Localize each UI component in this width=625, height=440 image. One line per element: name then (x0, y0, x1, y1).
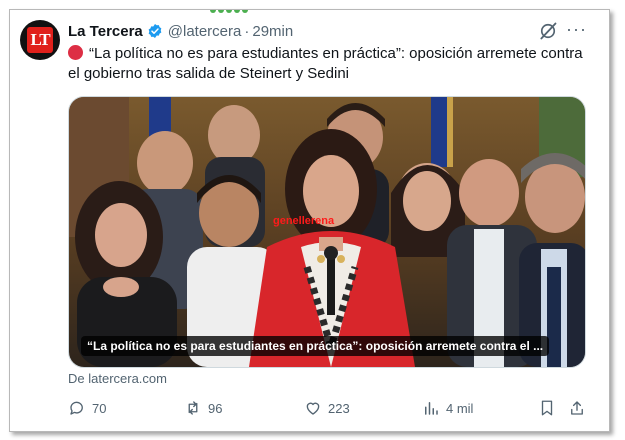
reply-button[interactable]: 70 (68, 399, 106, 417)
repost-count: 96 (208, 400, 223, 416)
news-photo (69, 97, 585, 367)
separator-dot: · (244, 22, 250, 40)
views-button[interactable]: 4 mil (422, 399, 473, 417)
tweet-body: “La política no es para estudiantes en p… (68, 45, 583, 82)
tweet-text: “La política no es para estudiantes en p… (68, 44, 588, 84)
timestamp[interactable]: 29min (252, 23, 293, 40)
image-watermark: genellerena (273, 215, 335, 227)
more-icon[interactable]: ··· (566, 19, 587, 40)
tweet-window: LT La Tercera @latercera · 29min ··· “La… (9, 9, 610, 432)
grok-icon[interactable] (538, 21, 558, 41)
link-card[interactable]: genellerena “La política no es para estu… (68, 96, 586, 368)
avatar-logo: LT (27, 27, 53, 53)
verified-badge-icon (148, 24, 162, 38)
avatar[interactable]: LT (20, 20, 60, 60)
reply-icon (70, 401, 83, 415)
bookmark-icon[interactable] (538, 399, 556, 417)
like-count: 223 (328, 400, 350, 416)
repost-button[interactable]: 96 (184, 399, 222, 417)
views-icon (425, 402, 438, 415)
link-source[interactable]: De latercera.com (68, 371, 167, 386)
repost-icon (188, 401, 198, 415)
like-icon (306, 402, 320, 415)
tweet-header: La Tercera @latercera · 29min (68, 21, 293, 41)
image-caption: “La política no es para estudiantes en p… (81, 336, 550, 356)
like-button[interactable]: 223 (304, 399, 350, 417)
author-handle[interactable]: @latercera (168, 23, 242, 40)
share-icon[interactable] (568, 399, 586, 417)
author-name[interactable]: La Tercera (68, 23, 143, 40)
views-count: 4 mil (446, 400, 474, 416)
action-bar: 70 96 223 4 mil (68, 399, 588, 419)
red-circle-icon (68, 45, 83, 60)
top-strip (10, 10, 609, 16)
reply-count: 70 (92, 400, 107, 416)
